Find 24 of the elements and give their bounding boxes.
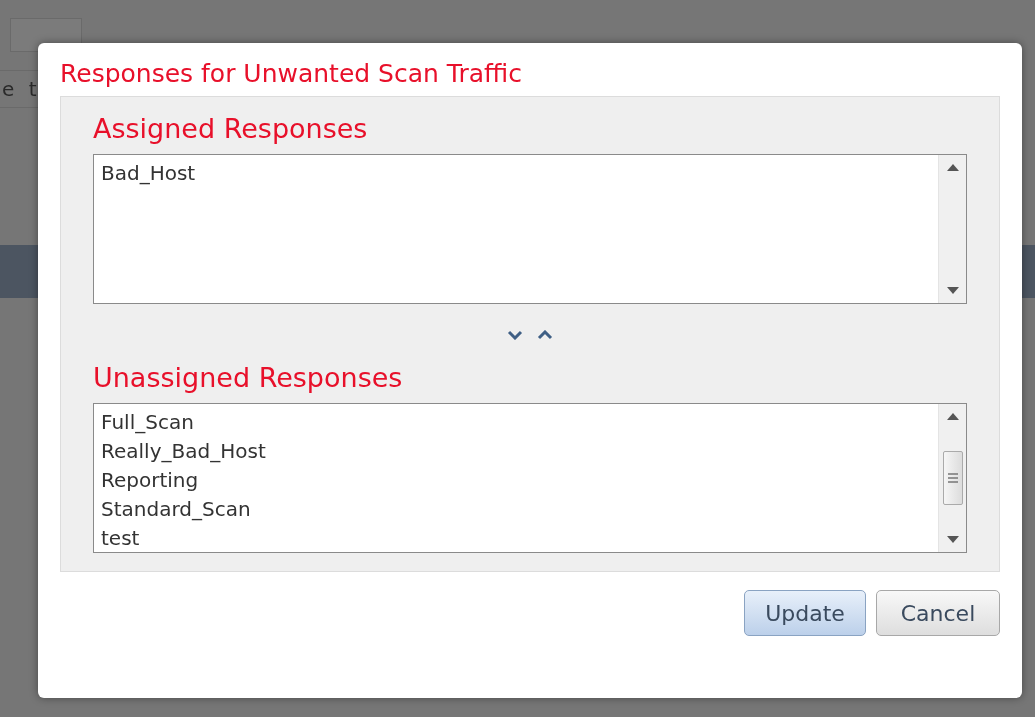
update-button[interactable]: Update bbox=[744, 590, 866, 636]
background-text: e t bbox=[1, 77, 41, 101]
scroll-thumb[interactable] bbox=[942, 451, 963, 505]
response-list[interactable]: Bad_Host bbox=[93, 154, 967, 304]
scrollbar[interactable] bbox=[938, 404, 966, 552]
cancel-button[interactable]: Cancel bbox=[876, 590, 1000, 636]
scroll-up-icon[interactable] bbox=[946, 163, 959, 171]
list-item[interactable]: Really_Bad_Host bbox=[101, 437, 931, 466]
scroll-down-icon[interactable] bbox=[946, 536, 959, 544]
move-down-icon[interactable] bbox=[507, 330, 523, 340]
list-item[interactable]: Standard_Scan bbox=[101, 495, 931, 524]
grip-icon bbox=[947, 472, 958, 484]
section-heading: Unassigned Responses bbox=[93, 362, 404, 393]
response-list[interactable]: Full_Scan Really_Bad_Host Reporting Standard_Scan test bbox=[93, 403, 967, 553]
scrollbar[interactable] bbox=[938, 155, 966, 303]
list-item[interactable]: test bbox=[101, 524, 931, 553]
list-item[interactable]: Reporting bbox=[101, 466, 931, 495]
scroll-down-icon[interactable] bbox=[946, 287, 959, 295]
dialog-title: Responses for Unwanted Scan Traffic bbox=[60, 59, 523, 88]
section-heading: Assigned Responses bbox=[93, 113, 369, 144]
list-item[interactable]: Bad_Host bbox=[101, 159, 931, 188]
move-up-icon[interactable] bbox=[537, 330, 553, 340]
scroll-up-icon[interactable] bbox=[946, 412, 959, 420]
list-item[interactable]: Full_Scan bbox=[101, 408, 931, 437]
